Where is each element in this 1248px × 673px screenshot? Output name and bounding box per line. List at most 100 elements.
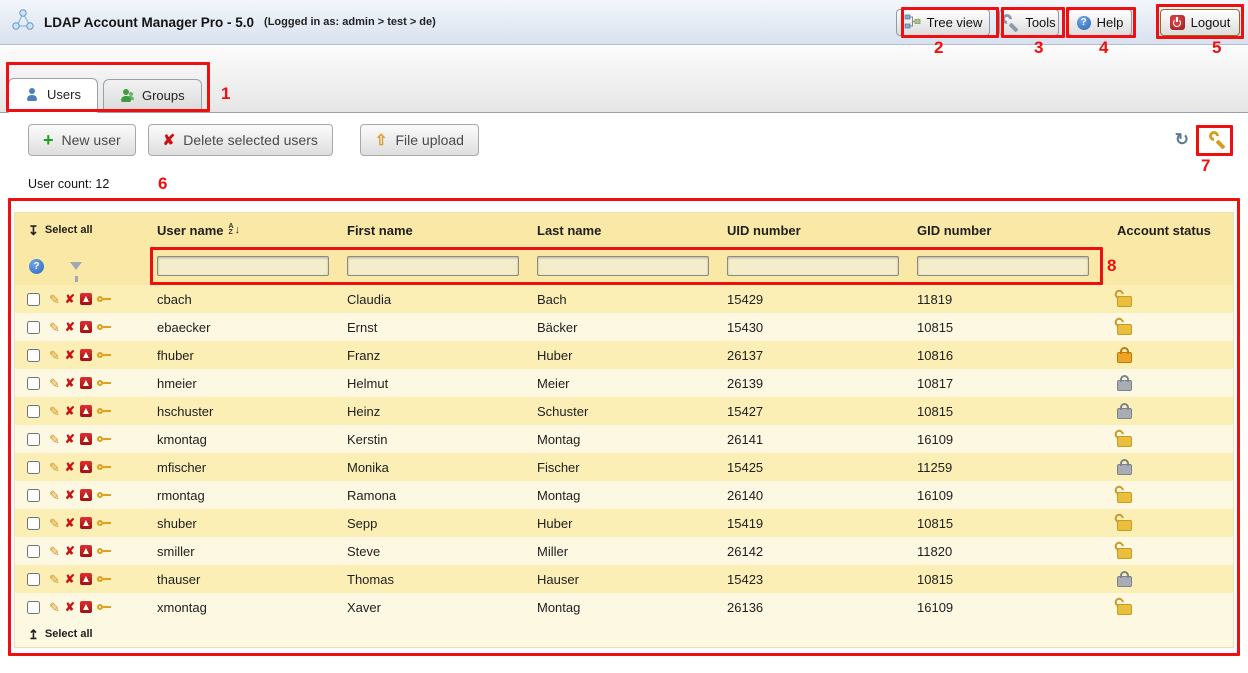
delete-icon[interactable]: ✘: [65, 517, 75, 529]
edit-icon[interactable]: ✎: [49, 489, 60, 502]
account-status-icon[interactable]: [1117, 296, 1132, 307]
pdf-icon[interactable]: [80, 433, 92, 445]
edit-icon[interactable]: ✎: [49, 433, 60, 446]
pdf-icon[interactable]: [80, 293, 92, 305]
filter-help-icon[interactable]: ?: [29, 259, 44, 274]
password-icon[interactable]: [97, 435, 112, 444]
header-gid-number[interactable]: GID number: [915, 223, 1105, 238]
password-icon[interactable]: [97, 575, 112, 584]
row-select-checkbox[interactable]: [27, 293, 40, 306]
header-username[interactable]: User name AZ ↓: [155, 223, 345, 238]
new-user-button[interactable]: + New user: [28, 124, 136, 156]
account-status-icon[interactable]: [1117, 492, 1132, 503]
pdf-icon[interactable]: [80, 377, 92, 389]
delete-icon[interactable]: ✘: [65, 349, 75, 361]
edit-icon[interactable]: ✎: [49, 293, 60, 306]
password-icon[interactable]: [97, 407, 112, 416]
username-cell[interactable]: xmontag: [155, 600, 345, 615]
refresh-icon[interactable]: ↻: [1175, 131, 1189, 148]
delete-selected-users-button[interactable]: ✘ Delete selected users: [148, 124, 333, 156]
filter-username-input[interactable]: [157, 256, 329, 276]
pdf-icon[interactable]: [80, 349, 92, 361]
delete-icon[interactable]: ✘: [65, 321, 75, 333]
password-icon[interactable]: [97, 463, 112, 472]
password-icon[interactable]: [97, 295, 112, 304]
pdf-icon[interactable]: [80, 405, 92, 417]
select-all-up-icon[interactable]: ↥: [28, 628, 39, 641]
delete-icon[interactable]: ✘: [65, 377, 75, 389]
delete-icon[interactable]: ✘: [65, 461, 75, 473]
edit-icon[interactable]: ✎: [49, 321, 60, 334]
password-icon[interactable]: [97, 491, 112, 500]
delete-icon[interactable]: ✘: [65, 405, 75, 417]
username-cell[interactable]: kmontag: [155, 432, 345, 447]
pdf-icon[interactable]: [80, 489, 92, 501]
select-all-top[interactable]: ↧ Select all: [15, 224, 155, 237]
account-status-icon[interactable]: [1117, 324, 1132, 335]
username-cell[interactable]: cbach: [155, 292, 345, 307]
account-status-icon[interactable]: [1117, 352, 1132, 363]
row-select-checkbox[interactable]: [27, 517, 40, 530]
password-icon[interactable]: [97, 351, 112, 360]
password-icon[interactable]: [97, 519, 112, 528]
password-icon[interactable]: [97, 379, 112, 388]
edit-icon[interactable]: ✎: [49, 461, 60, 474]
pdf-icon[interactable]: [80, 545, 92, 557]
delete-icon[interactable]: ✘: [65, 293, 75, 305]
edit-icon[interactable]: ✎: [49, 377, 60, 390]
file-upload-button[interactable]: ⇧ File upload: [360, 124, 479, 156]
filter-funnel-icon[interactable]: [70, 262, 82, 270]
edit-icon[interactable]: ✎: [49, 601, 60, 614]
edit-icon[interactable]: ✎: [49, 573, 60, 586]
account-status-icon[interactable]: [1117, 604, 1132, 615]
password-icon[interactable]: [97, 547, 112, 556]
row-select-checkbox[interactable]: [27, 349, 40, 362]
header-last-name[interactable]: Last name: [535, 223, 725, 238]
username-cell[interactable]: hschuster: [155, 404, 345, 419]
username-cell[interactable]: hmeier: [155, 376, 345, 391]
delete-icon[interactable]: ✘: [65, 545, 75, 557]
row-select-checkbox[interactable]: [27, 405, 40, 418]
edit-icon[interactable]: ✎: [49, 405, 60, 418]
filter-last-name-input[interactable]: [537, 256, 709, 276]
username-cell[interactable]: rmontag: [155, 488, 345, 503]
row-select-checkbox[interactable]: [27, 461, 40, 474]
tree-view-button[interactable]: Tree view: [896, 9, 990, 36]
row-select-checkbox[interactable]: [27, 601, 40, 614]
pdf-icon[interactable]: [80, 601, 92, 613]
edit-icon[interactable]: ✎: [49, 517, 60, 530]
logout-button[interactable]: Logout: [1160, 9, 1240, 36]
account-status-icon[interactable]: [1117, 548, 1132, 559]
tools-button[interactable]: Tools: [999, 9, 1059, 36]
row-select-checkbox[interactable]: [27, 433, 40, 446]
account-status-icon[interactable]: [1117, 436, 1132, 447]
account-status-icon[interactable]: [1117, 408, 1132, 419]
edit-icon[interactable]: ✎: [49, 545, 60, 558]
filter-first-name-input[interactable]: [347, 256, 519, 276]
delete-icon[interactable]: ✘: [65, 433, 75, 445]
row-select-checkbox[interactable]: [27, 321, 40, 334]
row-select-checkbox[interactable]: [27, 573, 40, 586]
password-icon[interactable]: [97, 603, 112, 612]
header-uid-number[interactable]: UID number: [725, 223, 915, 238]
account-status-icon[interactable]: [1117, 576, 1132, 587]
username-cell[interactable]: thauser: [155, 572, 345, 587]
filter-gid-input[interactable]: [917, 256, 1089, 276]
select-all-down-icon[interactable]: ↧: [28, 224, 39, 237]
username-cell[interactable]: ebaecker: [155, 320, 345, 335]
help-button[interactable]: ? Help: [1068, 9, 1132, 36]
delete-icon[interactable]: ✘: [65, 601, 75, 613]
pdf-icon[interactable]: [80, 573, 92, 585]
username-cell[interactable]: fhuber: [155, 348, 345, 363]
pdf-icon[interactable]: [80, 461, 92, 473]
row-select-checkbox[interactable]: [27, 489, 40, 502]
account-status-icon[interactable]: [1117, 464, 1132, 475]
row-select-checkbox[interactable]: [27, 377, 40, 390]
header-first-name[interactable]: First name: [345, 223, 535, 238]
pdf-icon[interactable]: [80, 321, 92, 333]
account-status-icon[interactable]: [1117, 380, 1132, 391]
select-all-bottom[interactable]: ↥ Select all: [15, 621, 1233, 647]
delete-icon[interactable]: ✘: [65, 573, 75, 585]
tab-groups[interactable]: Groups: [103, 79, 202, 112]
account-status-icon[interactable]: [1117, 520, 1132, 531]
